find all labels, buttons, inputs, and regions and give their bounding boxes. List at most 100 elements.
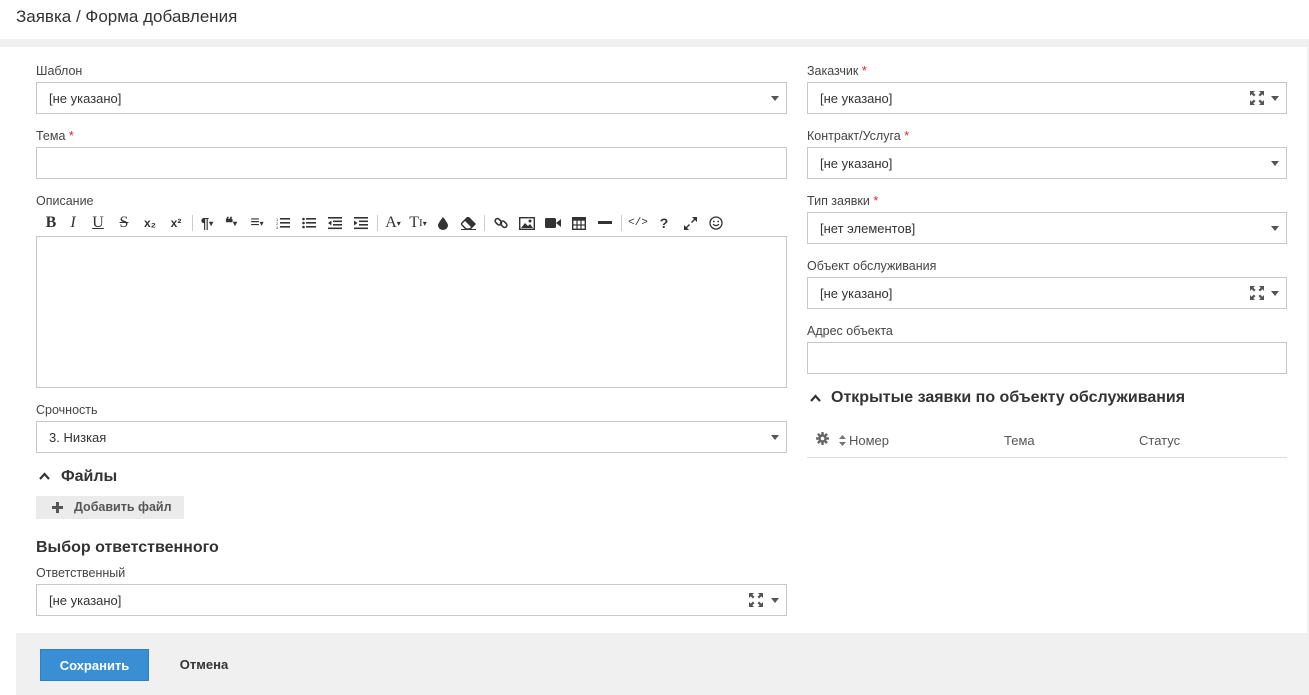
- italic-button[interactable]: I: [61, 212, 85, 234]
- add-file-button[interactable]: Добавить файл: [36, 496, 184, 519]
- chevron-down-icon: [771, 96, 779, 101]
- open-requests-title: Открытые заявки по объекту обслуживания: [831, 389, 1186, 406]
- superscript-button[interactable]: x²: [163, 212, 189, 234]
- ordered-list-button[interactable]: 123: [270, 212, 296, 234]
- open-requests-toggle[interactable]: Открытые заявки по объекту обслуживания: [807, 389, 1227, 409]
- table-icon: [572, 216, 586, 230]
- eraser-button[interactable]: [455, 212, 481, 234]
- font-size-button[interactable]: A ▾: [381, 212, 405, 234]
- align-button[interactable]: ≡ ▾: [244, 212, 270, 234]
- urgency-label: Срочность: [36, 403, 98, 417]
- urgency-select[interactable]: 3. Низкая: [36, 421, 787, 453]
- help-button[interactable]: ?: [651, 212, 677, 234]
- toolbar-separator: [484, 215, 485, 231]
- page-title: Заявка / Форма добавления: [16, 7, 238, 26]
- service-object-label: Объект обслуживания: [807, 259, 937, 273]
- expand-icon[interactable]: [749, 593, 763, 607]
- table-button[interactable]: [566, 212, 592, 234]
- contract-value: [не указано]: [820, 156, 893, 171]
- color-button[interactable]: [431, 212, 455, 234]
- chevron-down-icon: [1271, 161, 1279, 166]
- object-address-input[interactable]: [807, 342, 1287, 374]
- column-header-number[interactable]: Номер: [839, 433, 909, 449]
- quote-button[interactable]: ❝ ▾: [218, 212, 244, 234]
- customer-select[interactable]: [не указано]: [807, 82, 1287, 114]
- indent-button[interactable]: [348, 212, 374, 234]
- outdent-icon: [328, 217, 342, 230]
- indent-icon: [354, 217, 368, 230]
- template-value: [не указано]: [49, 91, 122, 106]
- save-button-label: Сохранить: [59, 658, 130, 673]
- fullscreen-button[interactable]: [677, 212, 703, 234]
- add-file-label: Добавить файл: [74, 500, 172, 514]
- code-view-button[interactable]: </>: [625, 212, 651, 234]
- responsible-label: Ответственный: [36, 566, 126, 580]
- video-camera-icon: [545, 218, 561, 228]
- text-style-button[interactable]: T I ▾: [405, 212, 431, 234]
- description-label: Описание: [36, 194, 94, 208]
- table-settings-button[interactable]: [816, 432, 830, 446]
- template-select[interactable]: [не указано]: [36, 82, 787, 114]
- ordered-list-icon: 123: [276, 217, 290, 230]
- eraser-icon: [460, 216, 476, 230]
- image-button[interactable]: [514, 212, 540, 234]
- plus-icon: [52, 502, 63, 513]
- link-icon: [494, 217, 508, 229]
- urgency-value: 3. Низкая: [49, 430, 107, 445]
- contract-label: Контракт/Услуга *: [807, 129, 910, 143]
- table-header-divider: [807, 457, 1287, 458]
- image-icon: [519, 216, 535, 230]
- request-type-value: [нет элементов]: [820, 221, 916, 236]
- template-label: Шаблон: [36, 64, 83, 78]
- chevron-up-icon: [39, 472, 50, 480]
- link-button[interactable]: [488, 212, 514, 234]
- bullet-list-icon: [302, 217, 316, 229]
- bold-button[interactable]: B: [41, 212, 61, 234]
- droplet-icon: [438, 216, 448, 230]
- horizontal-rule-icon: [598, 221, 612, 224]
- bullet-list-button[interactable]: [296, 212, 322, 234]
- responsible-value: [не указано]: [49, 593, 122, 608]
- chevron-down-icon: [1271, 96, 1279, 101]
- strikethrough-button[interactable]: S: [111, 212, 137, 234]
- subject-label: Тема *: [36, 129, 74, 143]
- description-editor[interactable]: [36, 236, 787, 388]
- expand-icon[interactable]: [1250, 91, 1264, 105]
- service-object-value: [не указано]: [820, 286, 893, 301]
- toolbar-separator: [621, 215, 622, 231]
- sort-icon: [839, 435, 846, 446]
- contract-select[interactable]: [не указано]: [807, 147, 1287, 179]
- chevron-down-icon: [1271, 291, 1279, 296]
- responsible-section-title: Выбор ответственного: [36, 539, 219, 556]
- expand-icon[interactable]: [1250, 286, 1264, 300]
- subscript-button[interactable]: x₂: [137, 212, 163, 234]
- header-divider: [0, 39, 1309, 47]
- outdent-button[interactable]: [322, 212, 348, 234]
- svg-text:3: 3: [276, 225, 279, 230]
- subject-input[interactable]: [36, 147, 787, 179]
- customer-label: Заказчик *: [807, 64, 867, 78]
- responsible-select[interactable]: [не указано]: [36, 584, 787, 616]
- toolbar-separator: [192, 215, 193, 231]
- files-title: Файлы: [61, 468, 118, 485]
- service-object-select[interactable]: [не указано]: [807, 277, 1287, 309]
- underline-button[interactable]: U: [85, 212, 111, 234]
- request-type-label: Тип заявки *: [807, 194, 879, 208]
- emoji-button[interactable]: [703, 212, 729, 234]
- editor-toolbar: B I U S x₂ x² ¶ ▾ ❝ ▾ ≡ ▾ 123 A ▾ T I ▾ </> ?: [41, 212, 729, 234]
- paragraph-button[interactable]: ¶ ▾: [196, 212, 218, 234]
- chevron-down-icon: [1271, 226, 1279, 231]
- fullscreen-icon: [683, 216, 697, 230]
- cancel-button[interactable]: Отмена: [168, 649, 240, 681]
- cancel-button-label: Отмена: [179, 657, 229, 672]
- toolbar-separator: [377, 215, 378, 231]
- video-button[interactable]: [540, 212, 566, 234]
- column-header-subject[interactable]: Тема: [1004, 433, 1035, 448]
- request-type-select[interactable]: [нет элементов]: [807, 212, 1287, 244]
- smile-icon: [709, 216, 723, 230]
- horizontal-rule-button[interactable]: [592, 212, 618, 234]
- save-button[interactable]: Сохранить: [40, 649, 149, 681]
- files-section-toggle[interactable]: Файлы: [36, 468, 156, 488]
- column-header-status[interactable]: Статус: [1139, 433, 1180, 448]
- object-address-label: Адрес объекта: [807, 324, 893, 338]
